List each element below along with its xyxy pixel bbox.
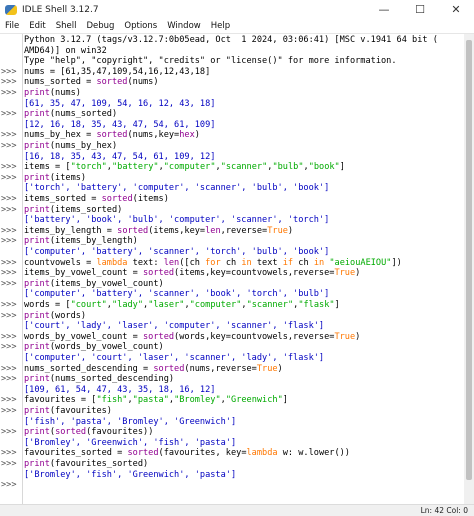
menu-window[interactable]: Window bbox=[162, 21, 206, 31]
shell-prompt: >>> bbox=[1, 300, 17, 310]
title-bar: IDLE Shell 3.12.7 — ☐ ✕ bbox=[0, 0, 474, 19]
shell-output-line: [16, 18, 35, 43, 47, 54, 61, 109, 12] bbox=[24, 151, 216, 162]
shell-prompt: >>> bbox=[1, 236, 17, 247]
shell-prompt: >>> bbox=[1, 363, 17, 374]
menu-edit[interactable]: Edit bbox=[24, 21, 50, 31]
close-button[interactable]: ✕ bbox=[438, 0, 474, 19]
shell-output-line: ['court', 'lady', 'laser', 'computer', '… bbox=[24, 321, 325, 332]
shell-input-line: items_by_length = sorted(items,key=len,r… bbox=[24, 225, 294, 236]
shell-output-line: ['fish', 'pasta', 'Bromley', 'Greenwich'… bbox=[24, 416, 237, 427]
shell-prompt: >>> bbox=[1, 448, 17, 459]
shell-prompt: >>> bbox=[1, 204, 17, 215]
vertical-scrollbar[interactable] bbox=[464, 34, 474, 505]
shell-input-line: print(favourites_sorted) bbox=[24, 459, 149, 469]
shell-prompt: >>> bbox=[1, 225, 17, 236]
minimize-button[interactable]: — bbox=[366, 0, 402, 19]
shell-output-line: [109, 61, 54, 47, 43, 35, 18, 16, 12] bbox=[24, 384, 216, 395]
window-controls: — ☐ ✕ bbox=[366, 0, 474, 19]
shell-prompt: >>> bbox=[1, 194, 17, 204]
shell-input-line: print(nums_sorted_descending) bbox=[24, 374, 175, 385]
shell-prompt: >>> bbox=[1, 406, 17, 416]
shell-input-line: items_by_vowel_count = sorted(items,key=… bbox=[24, 268, 361, 279]
shell-banner-line: AMD64)] on win32 bbox=[24, 45, 107, 56]
shell-banner-line: Type "help", "copyright", "credits" or "… bbox=[24, 56, 397, 67]
menu-debug[interactable]: Debug bbox=[81, 21, 119, 31]
shell-input-line: print(words_by_vowel_count) bbox=[24, 342, 164, 353]
menu-bar: File Edit Shell Debug Options Window Hel… bbox=[0, 19, 474, 33]
menu-options[interactable]: Options bbox=[119, 21, 162, 31]
shell-input-line: print(favourites) bbox=[24, 406, 112, 416]
shell-output-line: [61, 35, 47, 109, 54, 16, 12, 43, 18] bbox=[24, 98, 216, 109]
menu-file[interactable]: File bbox=[0, 21, 24, 31]
shell-input-line: print(nums) bbox=[24, 88, 81, 98]
shell-output-line: [12, 16, 18, 35, 43, 47, 54, 61, 109] bbox=[24, 119, 216, 130]
shell-input-line: nums_sorted_descending = sorted(nums,rev… bbox=[24, 363, 283, 374]
shell-input-line: words_by_vowel_count = sorted(words,key=… bbox=[24, 331, 361, 342]
scrollbar-thumb[interactable] bbox=[466, 40, 472, 480]
shell-area[interactable]: >>> >>> >>> >>> >>> >>> >>> >>> >>> >>> >>> >>> >>> >… bbox=[0, 33, 474, 505]
shell-output-line: ['torch', 'battery', 'computer', 'scanne… bbox=[24, 183, 330, 194]
shell-prompt: >>> bbox=[1, 342, 17, 353]
shell-prompt: >>> bbox=[1, 331, 17, 342]
shell-prompt: >>> bbox=[1, 141, 17, 151]
shell-input-line: items_sorted = sorted(items) bbox=[24, 194, 169, 204]
shell-input-line: print(items) bbox=[24, 172, 87, 183]
shell-output-line: ['computer', 'battery', 'scanner', 'torc… bbox=[24, 247, 330, 257]
shell-input-line: words = ["court","lady","laser","compute… bbox=[24, 300, 340, 310]
shell-input-line: items = ["torch","battery","computer","s… bbox=[24, 162, 345, 173]
python-idle-icon bbox=[5, 4, 17, 16]
shell-prompt: >>> bbox=[1, 395, 17, 406]
shell-output-line: ['Bromley', 'Greenwich', 'fish', 'pasta'… bbox=[24, 437, 237, 448]
window-title: IDLE Shell 3.12.7 bbox=[22, 4, 99, 15]
shell-input-line: print(items_by_length) bbox=[24, 236, 138, 247]
shell-input-line: print(items_sorted) bbox=[24, 204, 123, 215]
menu-help[interactable]: Help bbox=[206, 21, 235, 31]
shell-prompt: >>> bbox=[1, 77, 17, 88]
shell-output-line: ['battery', 'book', 'bulb', 'computer', … bbox=[24, 215, 330, 226]
shell-prompt: >>> bbox=[1, 66, 17, 77]
shell-input-line: favourites_sorted = sorted(favourites, k… bbox=[24, 448, 350, 459]
menu-shell[interactable]: Shell bbox=[51, 21, 82, 31]
shell-input-line: print(words) bbox=[24, 310, 87, 321]
shell-input-line: nums_by_hex = sorted(nums,key=hex) bbox=[24, 130, 200, 141]
shell-prompt: >>> bbox=[1, 109, 17, 120]
shell-prompt: >>> bbox=[1, 172, 17, 183]
shell-prompt: >>> bbox=[1, 130, 17, 141]
shell-prompt: >>> bbox=[1, 310, 17, 321]
shell-input-line: countvowels = lambda text: len([ch for c… bbox=[24, 257, 402, 268]
shell-prompt: >>> bbox=[1, 427, 17, 438]
shell-prompt: >>> bbox=[1, 480, 17, 491]
shell-text[interactable]: Python 3.12.7 (tags/v3.12.7:0b05ead, Oct… bbox=[24, 34, 462, 505]
shell-prompt: >>> bbox=[1, 268, 17, 279]
shell-prompt: >>> bbox=[1, 257, 17, 268]
shell-prompt: >>> bbox=[1, 88, 17, 98]
shell-input-line: print(nums_by_hex) bbox=[24, 141, 118, 151]
shell-output-line: ['computer', 'court', 'laser', 'scanner'… bbox=[24, 353, 325, 363]
shell-input-line: print(nums_sorted) bbox=[24, 109, 118, 120]
shell-output-line: ['computer', 'battery', 'scanner', 'book… bbox=[24, 289, 330, 300]
shell-prompt: >>> bbox=[1, 278, 17, 289]
shell-banner-line: Python 3.12.7 (tags/v3.12.7:0b05ead, Oct… bbox=[24, 35, 438, 45]
shell-input-line: favourites = ["fish","pasta","Bromley","… bbox=[24, 395, 288, 406]
prompt-gutter: >>> >>> >>> >>> >>> >>> >>> >>> >>> >>> >>> >>> >>> >… bbox=[0, 34, 23, 505]
shell-input-line: nums_sorted = sorted(nums) bbox=[24, 77, 159, 88]
shell-input-line: print(sorted(favourites)) bbox=[24, 427, 154, 438]
shell-input-line: nums = [61,35,47,109,54,16,12,43,18] bbox=[24, 66, 211, 77]
cursor-position: Ln: 42 Col: 0 bbox=[420, 506, 468, 515]
shell-input-line: print(items_by_vowel_count) bbox=[24, 278, 164, 289]
shell-prompt: >>> bbox=[1, 459, 17, 469]
shell-output-line: ['Bromley', 'fish', 'Greenwich', 'pasta'… bbox=[24, 469, 237, 480]
maximize-button[interactable]: ☐ bbox=[402, 0, 438, 19]
shell-prompt: >>> bbox=[1, 374, 17, 385]
status-bar: Ln: 42 Col: 0 bbox=[0, 504, 474, 516]
shell-prompt: >>> bbox=[1, 162, 17, 173]
